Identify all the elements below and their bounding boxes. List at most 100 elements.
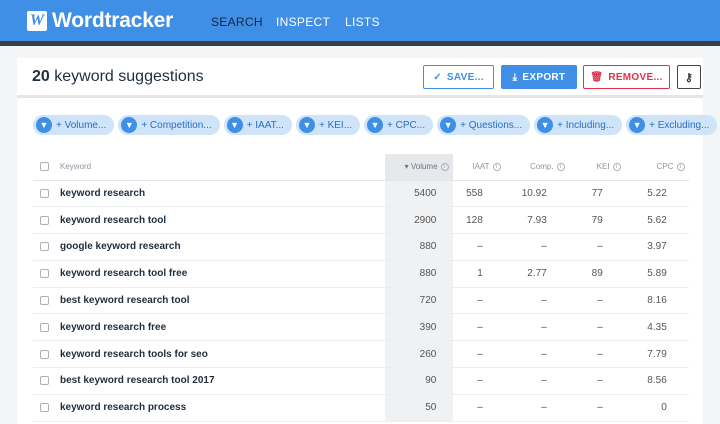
row-checkbox[interactable] [40, 403, 49, 413]
filter-label: + Questions... [460, 119, 523, 131]
filter-iaat[interactable]: ▼ + IAAT... [223, 115, 292, 135]
nav-search[interactable]: SEARCH [211, 15, 263, 29]
keyword-text[interactable]: keyword research free [60, 322, 166, 333]
cpc-cell: 5.62 [625, 206, 689, 235]
keyword-text[interactable]: best keyword research tool 2017 [60, 375, 215, 386]
cell-value: – [541, 402, 547, 414]
keyword-text[interactable]: keyword research tools for seo [60, 349, 208, 360]
nav-inspect[interactable]: INSPECT [276, 15, 330, 29]
cpc-cell: 3.97 [625, 233, 689, 261]
comp-cell: – [505, 313, 569, 342]
volume-cell: 90 [385, 367, 453, 395]
nav-lists[interactable]: LISTS [345, 15, 380, 29]
filter-cpc[interactable]: ▼ + CPC... [364, 115, 434, 135]
keyword-text[interactable]: keyword research [60, 188, 145, 199]
table-row[interactable]: keyword research process 50 – – – 0 [33, 394, 689, 422]
cell-value: 720 [419, 295, 437, 307]
col-cpc[interactable]: CPC i [625, 154, 689, 181]
iaat-cell: – [453, 340, 505, 369]
row-checkbox[interactable] [40, 295, 49, 305]
cell-value: – [597, 321, 603, 333]
cell-value: – [541, 295, 547, 307]
row-checkbox[interactable] [40, 215, 49, 225]
filter-icon: ▼ [298, 117, 315, 133]
keyword-text[interactable]: keyword research tool [60, 215, 166, 226]
remove-button[interactable]: 🗑 REMOVE... [583, 65, 670, 89]
row-checkbox[interactable] [40, 188, 49, 198]
top-navigation-bar: W Wordtracker SEARCH INSPECT LISTS [0, 0, 720, 41]
cell-value: 2.77 [527, 268, 547, 280]
kei-cell: 79 [569, 206, 625, 235]
cell-value: 90 [425, 375, 437, 387]
table-row[interactable]: best keyword research tool 720 – – – 8.16 [33, 287, 689, 315]
info-icon[interactable]: i [612, 163, 621, 172]
export-button[interactable]: ⤓ EXPORT [501, 65, 577, 89]
cell-value: – [477, 375, 483, 387]
save-button[interactable]: ✓ SAVE... [423, 65, 494, 89]
info-icon[interactable]: i [556, 163, 565, 172]
trash-icon: 🗑 [590, 71, 604, 83]
comp-cell: – [505, 394, 569, 422]
filter-excluding[interactable]: ▼ + Excluding... [626, 115, 718, 135]
table-row[interactable]: google keyword research 880 – – – 3.97 [33, 233, 689, 261]
iaat-cell: 1 [453, 260, 505, 288]
filter-icon: ▼ [440, 117, 457, 133]
col-volume[interactable]: ▾ Volume i [385, 154, 453, 181]
iaat-cell: 128 [453, 206, 505, 235]
keyword-cell: keyword research tool [33, 206, 385, 235]
filter-label: + Volume... [56, 119, 107, 131]
filter-competition[interactable]: ▼ + Competition... [118, 115, 220, 135]
col-label: IAAT [472, 162, 490, 172]
filter-volume[interactable]: ▼ + Volume... [33, 115, 115, 135]
filter-label: + CPC... [387, 119, 426, 131]
row-checkbox[interactable] [40, 322, 49, 332]
comp-cell: – [505, 340, 569, 369]
cpc-cell: 7.79 [625, 340, 689, 369]
row-checkbox[interactable] [40, 269, 49, 279]
row-checkbox[interactable] [40, 242, 49, 252]
info-icon[interactable]: i [440, 163, 449, 172]
filter-including[interactable]: ▼ + Including... [534, 115, 623, 135]
keyword-text[interactable]: google keyword research [60, 241, 181, 252]
table-row[interactable]: best keyword research tool 2017 90 – – – … [33, 367, 689, 395]
info-icon[interactable]: i [676, 163, 685, 172]
filter-questions[interactable]: ▼ + Questions... [437, 115, 531, 135]
col-iaat[interactable]: IAAT i [453, 154, 505, 181]
table-row[interactable]: keyword research 5400 558 10.92 77 5.22 [33, 180, 689, 208]
keyword-text[interactable]: keyword research process [60, 402, 186, 413]
row-checkbox[interactable] [40, 376, 49, 386]
col-keyword[interactable]: Keyword [33, 154, 385, 181]
keyword-cell: keyword research tools for seo [33, 340, 385, 369]
col-label: Volume [410, 162, 438, 172]
col-label: KEI [596, 162, 610, 172]
table-row[interactable]: keyword research tool free 880 1 2.77 89 … [33, 260, 689, 288]
cell-value: 8.56 [647, 375, 667, 387]
col-comp[interactable]: Comp. i [505, 154, 569, 181]
export-label: EXPORT [522, 71, 566, 83]
filter-kei[interactable]: ▼ + KEI... [295, 115, 361, 135]
select-all-checkbox[interactable] [40, 162, 49, 172]
cell-value: 5.89 [647, 268, 667, 280]
table-row[interactable]: keyword research tool 2900 128 7.93 79 5.… [33, 206, 689, 235]
settings-button[interactable]: ⚷ [677, 65, 701, 89]
download-icon: ⤓ [512, 71, 518, 83]
filter-icon: ▼ [537, 117, 554, 133]
keyword-text[interactable]: keyword research tool free [60, 268, 187, 279]
topbar-divider [0, 41, 720, 46]
col-label: Comp. [529, 162, 554, 172]
keyword-text[interactable]: best keyword research tool [60, 295, 190, 306]
iaat-cell: – [453, 313, 505, 342]
table-row[interactable]: keyword research tools for seo 260 – – – … [33, 340, 689, 369]
col-kei[interactable]: KEI i [569, 154, 625, 181]
table-row[interactable]: keyword research free 390 – – – 4.35 [33, 313, 689, 342]
volume-cell: 880 [385, 260, 453, 288]
filter-icon: ▼ [629, 117, 646, 133]
wordtracker-logo[interactable]: W Wordtracker [27, 9, 173, 33]
cell-value: 4.35 [647, 321, 667, 333]
filter-icon: ▼ [36, 117, 52, 133]
row-checkbox[interactable] [40, 349, 49, 359]
cell-value: – [541, 375, 547, 387]
info-icon[interactable]: i [492, 163, 501, 172]
cell-value: 7.79 [647, 348, 667, 360]
cell-value: – [597, 375, 603, 387]
